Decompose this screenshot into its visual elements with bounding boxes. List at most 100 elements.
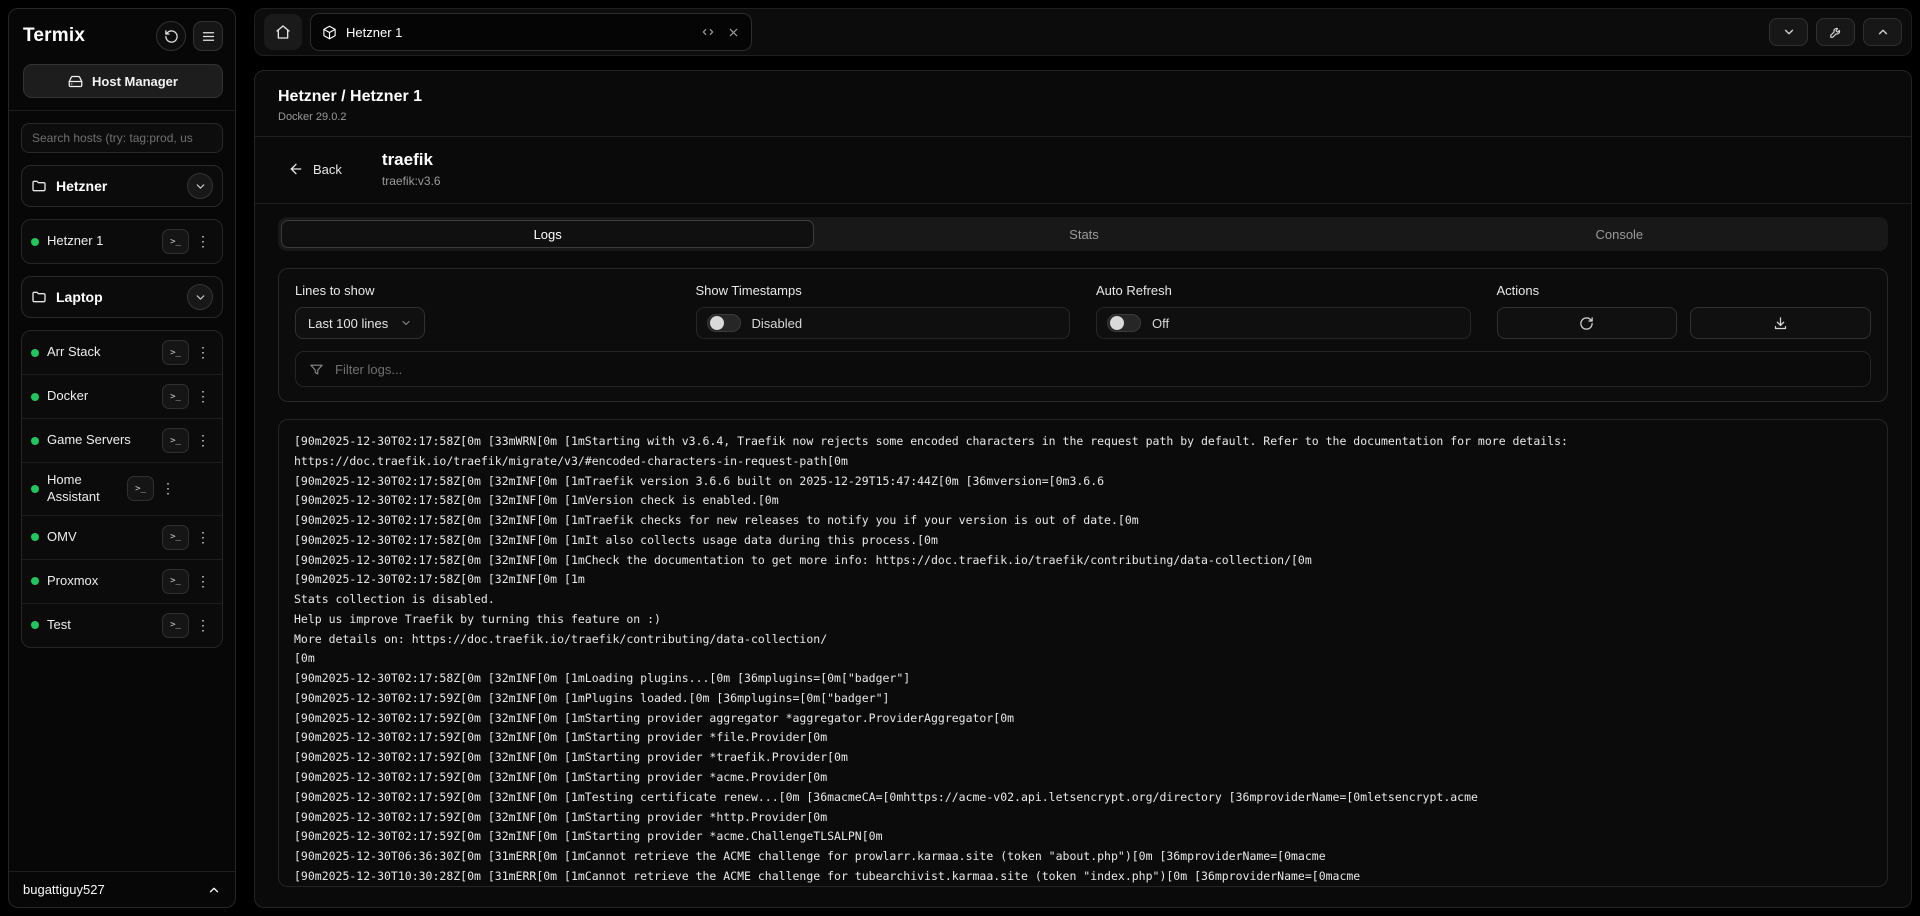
host-list: Hetzner Hetzner 1 >_ ⋮ Laptop xyxy=(9,111,235,871)
tab-bar: Hetzner 1 xyxy=(254,8,1912,56)
tab-label: Hetzner 1 xyxy=(346,25,402,40)
host-row[interactable]: Proxmox >_ ⋮ xyxy=(22,559,222,603)
log-line: [90m2025-12-30T02:17:59Z[0m [32mINF[0m [… xyxy=(294,808,1872,828)
filter-input[interactable] xyxy=(335,362,1857,377)
home-button[interactable] xyxy=(264,14,302,50)
autorefresh-toggle[interactable] xyxy=(1107,314,1141,332)
log-line: [90m2025-12-30T10:30:28Z[0m [31mERR[0m [… xyxy=(294,867,1872,887)
kebab-menu-button[interactable]: ⋮ xyxy=(193,229,213,254)
host-row[interactable]: Game Servers >_ ⋮ xyxy=(22,418,222,462)
tab-hetzner-1[interactable]: Hetzner 1 xyxy=(310,13,752,51)
folder-icon xyxy=(31,289,47,305)
host-row[interactable]: OMV >_ ⋮ xyxy=(22,515,222,559)
timestamps-toggle-bar: Disabled xyxy=(696,307,1071,339)
log-line: [90m2025-12-30T02:17:58Z[0m [32mINF[0m [… xyxy=(294,531,1872,551)
host-row[interactable]: Hetzner 1 >_ ⋮ xyxy=(22,220,222,263)
app-title: Termix xyxy=(23,25,85,47)
status-dot xyxy=(31,238,39,246)
chevron-up-icon xyxy=(207,883,221,897)
log-line: [90m2025-12-30T02:17:58Z[0m [32mINF[0m [… xyxy=(294,472,1872,492)
log-line: [90m2025-12-30T02:17:58Z[0m [32mINF[0m [… xyxy=(294,570,1872,590)
log-controls: Lines to show Last 100 lines Show Timest… xyxy=(278,268,1888,402)
group-collapse-button[interactable] xyxy=(187,173,213,199)
download-logs-button[interactable] xyxy=(1690,307,1871,339)
log-line: [90m2025-12-30T02:17:58Z[0m [33mWRN[0m [… xyxy=(294,432,1872,472)
log-line: [90m2025-12-30T02:17:59Z[0m [32mINF[0m [… xyxy=(294,788,1872,808)
docker-version: Docker 29.0.2 xyxy=(278,111,1888,123)
kebab-menu-button[interactable]: ⋮ xyxy=(193,613,213,638)
tab-stats[interactable]: Stats xyxy=(818,220,1349,248)
group-header-hetzner[interactable]: Hetzner xyxy=(21,165,223,207)
terminal-button[interactable]: >_ xyxy=(162,613,189,638)
chevron-down-icon xyxy=(400,317,412,329)
chevron-down-icon xyxy=(194,180,207,193)
folder-icon xyxy=(31,178,47,194)
kebab-menu-button[interactable]: ⋮ xyxy=(158,476,178,501)
lines-value: Last 100 lines xyxy=(308,316,388,331)
home-icon xyxy=(275,24,291,40)
tab-console[interactable]: Console xyxy=(1354,220,1885,248)
user-footer[interactable]: bugattiguy527 xyxy=(9,871,235,907)
log-line: [90m2025-12-30T02:17:58Z[0m [32mINF[0m [… xyxy=(294,491,1872,511)
host-group-hetzner: Hetzner 1 >_ ⋮ xyxy=(21,219,223,264)
host-name: Home Assistant xyxy=(47,472,119,506)
terminal-button[interactable]: >_ xyxy=(162,229,189,254)
filter-icon xyxy=(309,362,324,377)
host-row[interactable]: Docker >_ ⋮ xyxy=(22,374,222,418)
terminal-button[interactable]: >_ xyxy=(162,384,189,409)
sidebar: Termix Host Manager Hetzner xyxy=(8,8,236,908)
host-row[interactable]: Arr Stack >_ ⋮ xyxy=(22,331,222,374)
timestamps-toggle[interactable] xyxy=(707,314,741,332)
search-input[interactable] xyxy=(21,123,223,153)
tools-button[interactable] xyxy=(1816,18,1855,46)
wrench-icon xyxy=(1829,25,1843,39)
tab-logs[interactable]: Logs xyxy=(281,220,814,248)
back-label: Back xyxy=(313,162,342,177)
terminal-button[interactable]: >_ xyxy=(162,569,189,594)
menu-button[interactable] xyxy=(193,21,223,51)
chevron-up-icon xyxy=(1876,25,1890,39)
actions-control: Actions xyxy=(1497,283,1872,339)
terminal-button[interactable]: >_ xyxy=(162,525,189,550)
server-icon xyxy=(68,74,83,89)
log-line: [90m2025-12-30T02:17:59Z[0m [32mINF[0m [… xyxy=(294,689,1872,709)
panel-expand-button[interactable] xyxy=(1863,18,1902,46)
host-manager-button[interactable]: Host Manager xyxy=(23,64,223,98)
kebab-menu-button[interactable]: ⋮ xyxy=(193,525,213,550)
host-row[interactable]: Home Assistant >_ ⋮ xyxy=(22,462,222,515)
container-image: traefik:v3.6 xyxy=(382,174,441,188)
split-view-button[interactable] xyxy=(701,25,715,39)
lines-label: Lines to show xyxy=(295,283,670,298)
group-header-laptop[interactable]: Laptop xyxy=(21,276,223,318)
status-dot xyxy=(31,349,39,357)
kebab-menu-button[interactable]: ⋮ xyxy=(193,340,213,365)
terminal-button[interactable]: >_ xyxy=(162,428,189,453)
log-line: Help us improve Traefik by turning this … xyxy=(294,610,1872,630)
timestamps-value: Disabled xyxy=(752,316,803,331)
log-line: More details on: https://doc.traefik.io/… xyxy=(294,630,1872,650)
log-output[interactable]: [90m2025-12-30T02:17:58Z[0m [33mWRN[0m [… xyxy=(278,419,1888,887)
container-name: traefik xyxy=(382,150,441,170)
host-row[interactable]: Test >_ ⋮ xyxy=(22,603,222,647)
reset-button[interactable] xyxy=(156,21,186,51)
arrow-left-icon xyxy=(288,161,304,177)
timestamps-label: Show Timestamps xyxy=(696,283,1071,298)
kebab-menu-button[interactable]: ⋮ xyxy=(193,384,213,409)
refresh-logs-button[interactable] xyxy=(1497,307,1678,339)
kebab-menu-button[interactable]: ⋮ xyxy=(193,428,213,453)
kebab-menu-button[interactable]: ⋮ xyxy=(193,569,213,594)
terminal-button[interactable]: >_ xyxy=(162,340,189,365)
group-collapse-button[interactable] xyxy=(187,284,213,310)
tab-close-button[interactable] xyxy=(727,26,740,39)
back-button[interactable]: Back xyxy=(278,155,352,183)
download-icon xyxy=(1773,316,1788,331)
split-icon xyxy=(701,25,715,39)
panel-collapse-button[interactable] xyxy=(1769,18,1808,46)
terminal-button[interactable]: >_ xyxy=(127,476,154,501)
status-dot xyxy=(31,533,39,541)
menu-icon xyxy=(201,29,216,44)
lines-select[interactable]: Last 100 lines xyxy=(295,307,425,339)
timestamps-control: Show Timestamps Disabled xyxy=(696,283,1071,339)
log-line: Stats collection is disabled. xyxy=(294,590,1872,610)
chevron-down-icon xyxy=(194,291,207,304)
